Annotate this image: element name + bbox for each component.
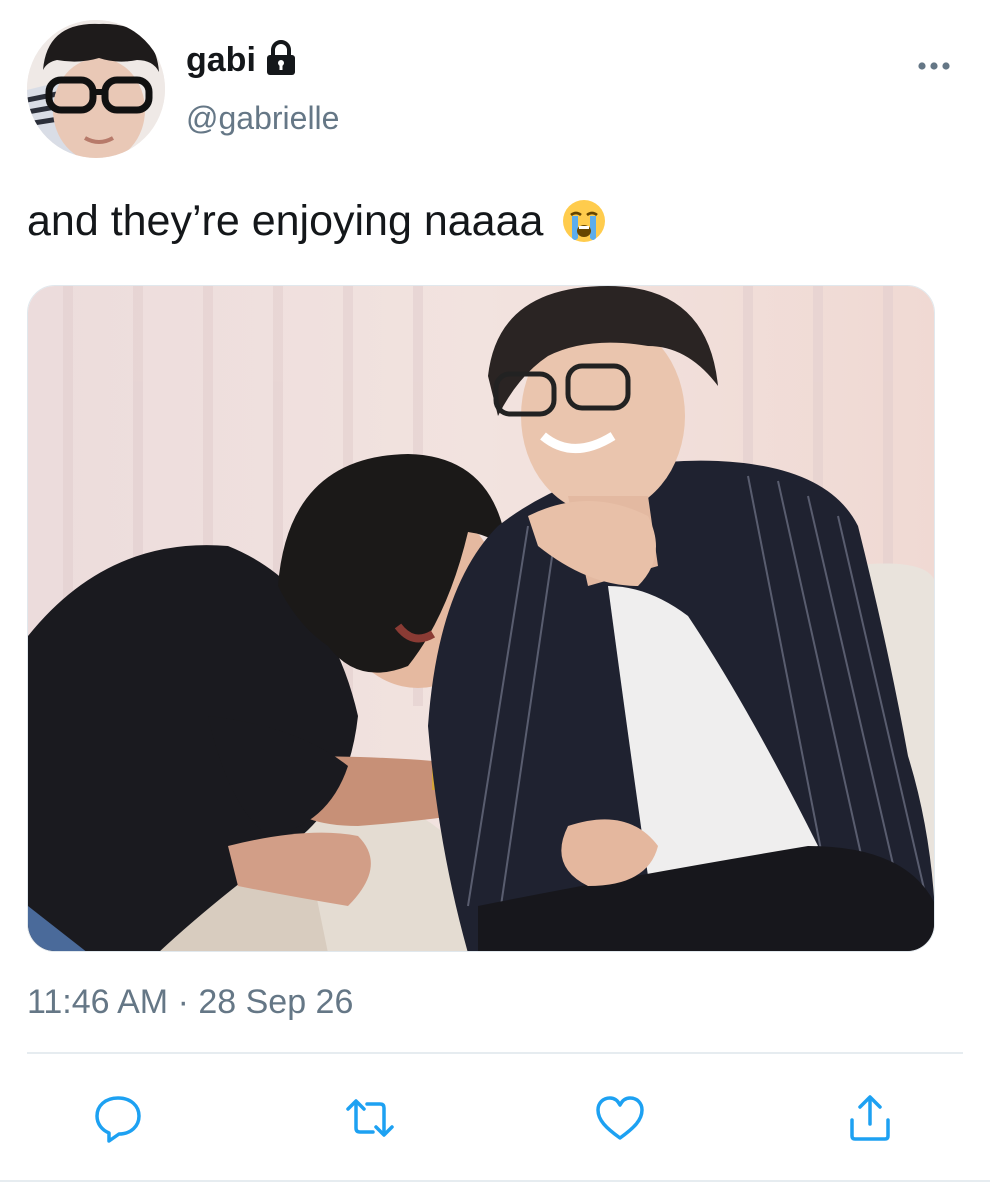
user-handle[interactable]: @gabrielle [186,96,339,140]
like-button[interactable] [590,1088,650,1148]
share-icon [850,1095,890,1141]
lock-icon [264,40,298,76]
display-name: gabi [186,41,256,79]
reply-button[interactable] [88,1088,148,1148]
heart-icon [596,1096,644,1140]
tweet-text: and they’re enjoying naaaa [27,192,957,250]
more-options-button[interactable] [912,50,956,82]
photo-illustration [28,286,934,951]
tweet-action-bar [0,1088,990,1152]
share-button[interactable] [840,1088,900,1148]
tweet-body: and they’re enjoying naaaa [27,197,544,245]
display-name-row[interactable]: gabi [186,36,298,84]
more-horizontal-icon [918,62,950,70]
avatar[interactable] [27,20,165,158]
bottom-divider [0,1180,990,1182]
reply-icon [95,1096,141,1143]
retweet-button[interactable] [340,1088,400,1148]
retweet-icon [346,1099,394,1137]
tweet-timestamp[interactable]: 11:46 AM · 28 Sep 26 [27,980,353,1024]
avatar-image [27,20,165,158]
tweet-media-photo[interactable] [27,285,935,952]
loudly-crying-face-emoji-icon [561,198,607,244]
divider [27,1052,963,1054]
